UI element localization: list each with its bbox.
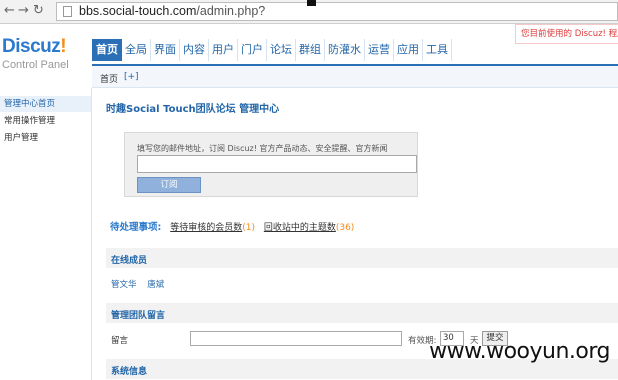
team-message-section: 管理团队留言: [106, 303, 618, 323]
nav-tools[interactable]: 工具: [423, 39, 452, 61]
redaction-mark: [307, 0, 316, 6]
sidebar-item-user-management[interactable]: 用户管理: [0, 130, 91, 146]
message-input[interactable]: [190, 331, 402, 346]
todo-title: 待处理事项:: [110, 222, 162, 233]
nav-style[interactable]: 界面: [151, 39, 180, 61]
forward-arrow-icon[interactable]: →: [18, 4, 29, 18]
nav-global[interactable]: 全局: [122, 39, 151, 61]
breadcrumb[interactable]: 首页: [100, 72, 118, 85]
recycle-threads-count: (36): [335, 223, 355, 233]
nav-portal[interactable]: 门户: [238, 39, 267, 61]
member-link[interactable]: 管文华: [111, 280, 137, 290]
section-title: 在线成员: [111, 256, 148, 266]
nav-apps[interactable]: 应用: [394, 39, 423, 61]
url-text: bbs.social-touch.com/admin.php?: [79, 4, 266, 18]
page-icon: [63, 6, 72, 17]
message-label: 留言: [111, 336, 129, 346]
add-shortcut-button[interactable]: [+]: [124, 72, 139, 82]
subscribe-button[interactable]: 订阅: [137, 177, 201, 193]
sidebar: 管理中心首页 常用操作管理 用户管理: [0, 88, 92, 380]
browser-toolbar: ← → ↻ bbs.social-touch.com/admin.php?: [0, 0, 618, 24]
discuz-logo[interactable]: Discuz!: [2, 36, 67, 58]
main-content: 时趣Social Touch团队论坛 管理中心 填写您的邮件地址，订阅 Disc…: [92, 88, 618, 380]
section-title: 系统信息: [111, 367, 148, 377]
pending-members-count: (1): [242, 223, 255, 233]
page-title: 时趣Social Touch团队论坛 管理中心: [106, 104, 280, 115]
address-bar[interactable]: bbs.social-touch.com/admin.php?: [56, 2, 618, 21]
email-field[interactable]: [137, 155, 417, 173]
reload-icon[interactable]: ↻: [33, 4, 44, 18]
nav-content[interactable]: 内容: [180, 39, 209, 61]
online-members-section: 在线成员: [106, 248, 618, 268]
subscribe-box: 填写您的邮件地址，订阅 Discuz! 官方产品动态、安全提醒、官方新闻 订阅: [124, 132, 418, 197]
nav-home[interactable]: 首页: [92, 39, 122, 61]
main-nav: 首页 全局 界面 内容 用户 门户 论坛 群组 防灌水 运营 应用 工具: [92, 39, 452, 61]
member-link[interactable]: 唐斌: [147, 280, 164, 290]
nav-users[interactable]: 用户: [209, 39, 238, 61]
version-notice[interactable]: 您目前使用的 Discuz! 程序: [515, 24, 618, 44]
logo-subtitle: Control Panel: [2, 59, 69, 71]
subscribe-label: 填写您的邮件地址，订阅 Discuz! 官方产品动态、安全提醒、官方新闻: [137, 144, 388, 153]
nav-operation[interactable]: 运营: [365, 39, 394, 61]
nav-forum[interactable]: 论坛: [267, 39, 296, 61]
pending-members-link[interactable]: 等待审核的会员数: [170, 223, 242, 233]
watermark: www.wooyun.org: [429, 339, 610, 364]
recycle-threads-link[interactable]: 回收站中的主题数: [264, 223, 336, 233]
sidebar-item-admin-home[interactable]: 管理中心首页: [0, 96, 91, 112]
sidebar-item-common-ops[interactable]: 常用操作管理: [0, 113, 91, 129]
online-members-list: 管文华 唐斌: [111, 278, 172, 290]
back-arrow-icon[interactable]: ←: [4, 4, 15, 18]
breadcrumb-bar: 首页 [+]: [92, 64, 618, 88]
nav-antispam[interactable]: 防灌水: [325, 39, 365, 61]
nav-group[interactable]: 群组: [296, 39, 325, 61]
section-title: 管理团队留言: [111, 311, 166, 321]
todo-list: 待处理事项: 等待审核的会员数(1) 回收站中的主题数(36): [110, 219, 354, 233]
